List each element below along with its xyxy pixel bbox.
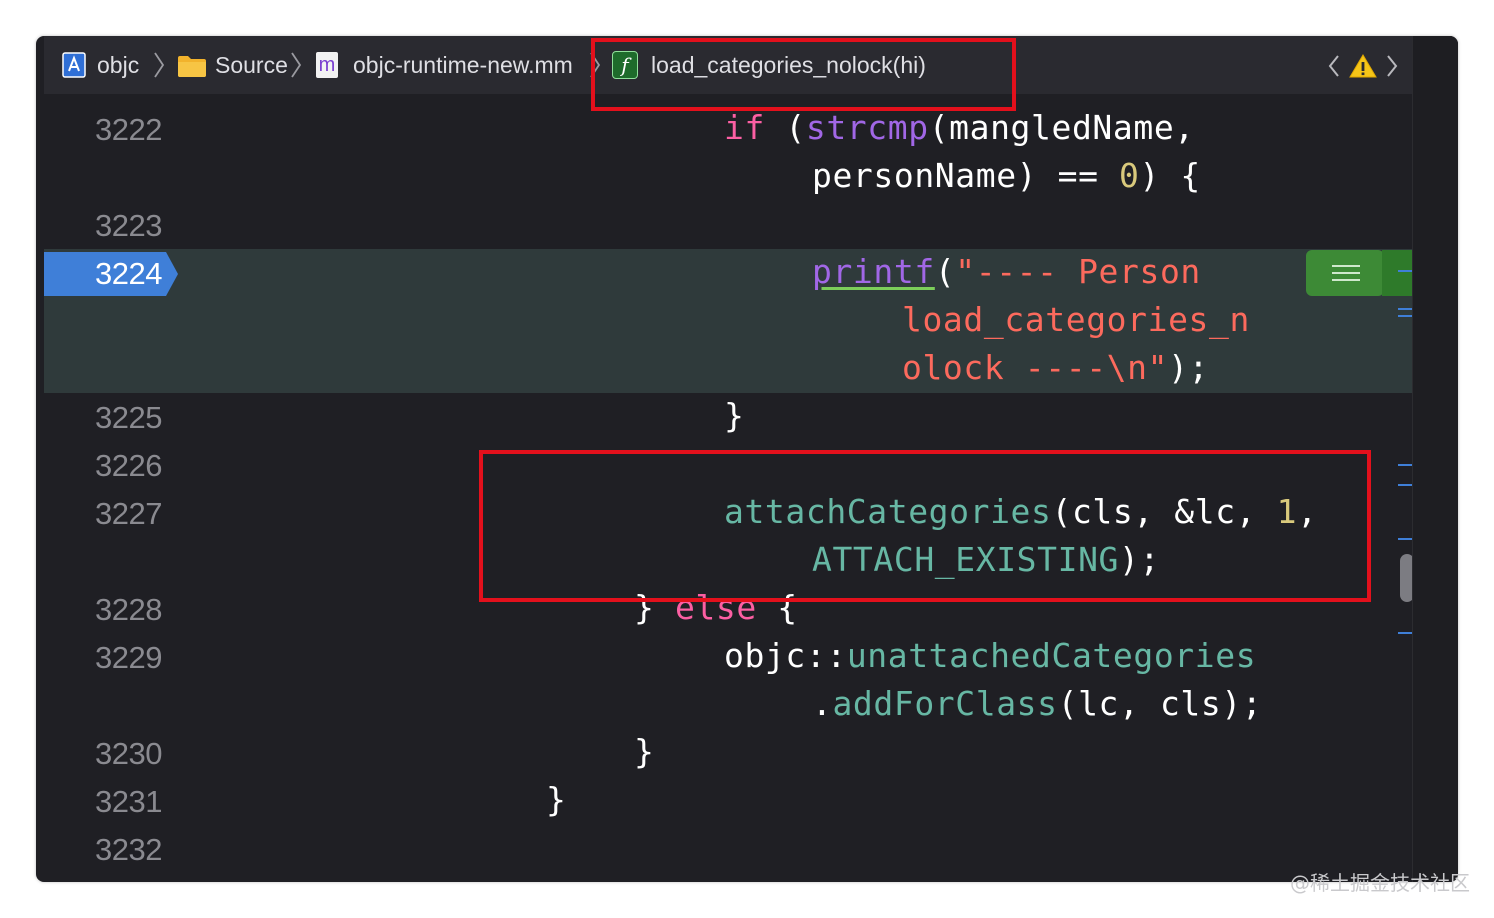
breadcrumb-item-objc[interactable]: objc (97, 36, 139, 94)
line-number: 3231 (95, 784, 162, 819)
chevron-right-icon (289, 36, 303, 94)
line-number: 3229 (95, 640, 162, 675)
forward-arrow-icon[interactable] (1384, 53, 1400, 79)
active-line-number: 3224 (95, 256, 162, 291)
objc-file-icon: m (316, 52, 338, 78)
annotation-box-attach-categories (479, 450, 1371, 602)
menu-lines-icon (1332, 265, 1360, 281)
breadcrumb-label: objc (97, 51, 140, 78)
code-line-3224-cont: load_categories_n (902, 300, 1250, 339)
warning-icon[interactable] (1349, 53, 1377, 79)
code-line-3229: objc::unattachedCategories (724, 636, 1257, 675)
line-number: 3232 (95, 832, 162, 867)
chevron-right-icon (152, 36, 166, 94)
window-edge (1412, 36, 1458, 882)
code-line-3225: } (724, 396, 745, 435)
folder-icon (178, 56, 206, 77)
code-line-3231: } (546, 780, 567, 819)
code-line-3229-cont: .addForClass(lc, cls); (812, 684, 1263, 723)
breadcrumb-label: objc-runtime-new.mm (353, 51, 573, 78)
watermark: @稀土掘金技术社区 (1290, 871, 1470, 895)
line-number: 3230 (95, 736, 162, 771)
code-line-3230: } (634, 732, 655, 771)
code-line-3224-cont2: olock ----\n"); (902, 348, 1210, 387)
line-number: 3223 (95, 208, 162, 243)
breadcrumb-item-file[interactable]: objc-runtime-new.mm (353, 36, 573, 94)
breadcrumb-label: Source (215, 51, 288, 78)
line-number: 3228 (95, 592, 162, 627)
issue-badge[interactable] (1306, 250, 1384, 296)
line-number: 3227 (95, 496, 162, 531)
back-arrow-icon[interactable] (1326, 53, 1342, 79)
code-line-3222: if (strcmp(mangledName, (724, 108, 1195, 147)
annotation-box-function (591, 38, 1016, 111)
line-number: 3226 (95, 448, 162, 483)
line-number: 3222 (95, 112, 162, 147)
code-line-3222-cont: personName) == 0) { (812, 156, 1201, 195)
breadcrumb-item-source[interactable]: Source (215, 36, 288, 94)
code-line-3224: printf("---- Person (812, 252, 1201, 291)
project-icon (62, 52, 86, 78)
line-number: 3225 (95, 400, 162, 435)
